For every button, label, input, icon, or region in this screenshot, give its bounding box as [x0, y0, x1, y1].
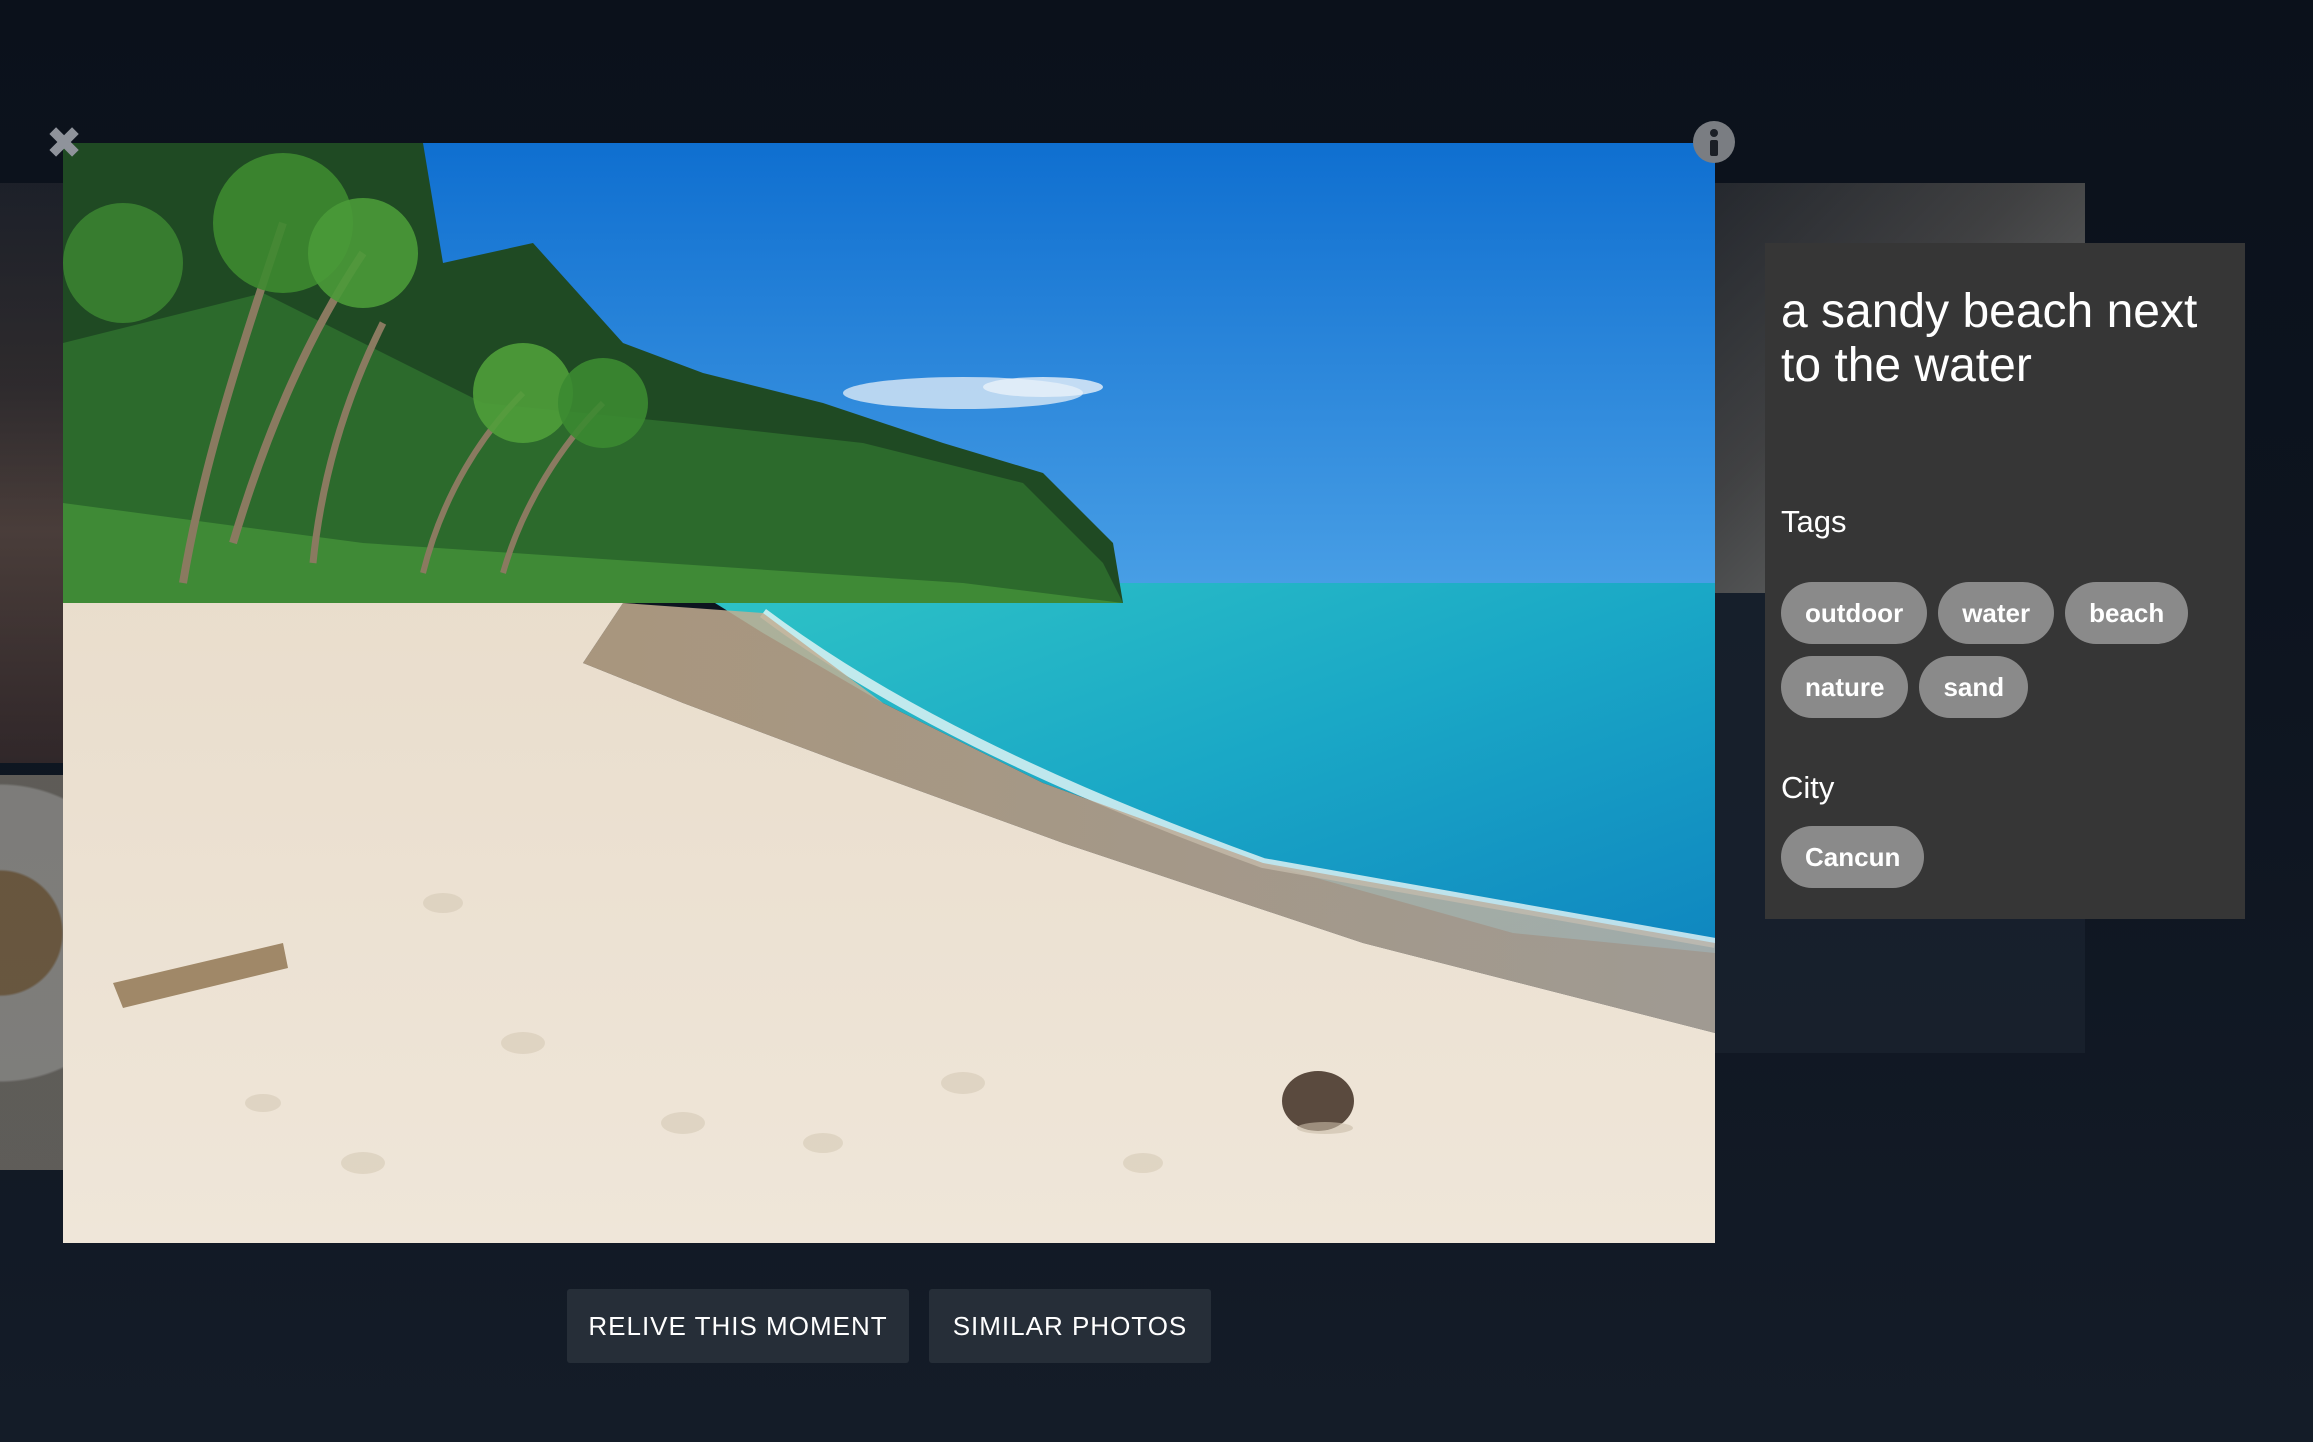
tag-chip[interactable]: sand: [1919, 656, 2029, 718]
tag-chip[interactable]: outdoor: [1781, 582, 1928, 644]
city-heading: City: [1781, 770, 1835, 805]
tag-list: outdoor water beach nature sand: [1781, 582, 2201, 718]
tag-chip[interactable]: beach: [2065, 582, 2189, 644]
tags-heading: Tags: [1781, 504, 1847, 539]
info-dot: [1710, 129, 1718, 137]
photo-image: [63, 143, 1715, 1243]
info-panel: a sandy beach next to the water Tags out…: [1765, 243, 2245, 919]
info-icon[interactable]: [1693, 121, 1735, 163]
tag-chip[interactable]: water: [1938, 582, 2055, 644]
similar-photos-button[interactable]: SIMILAR PHOTOS: [929, 1289, 1211, 1363]
relive-moment-button[interactable]: RELIVE THIS MOMENT: [567, 1289, 909, 1363]
city-list: Cancun: [1781, 826, 2229, 888]
close-icon[interactable]: ✖: [44, 122, 84, 166]
info-bar: [1710, 140, 1718, 156]
city-chip[interactable]: Cancun: [1781, 826, 1925, 888]
background-thumbnail: [0, 775, 64, 1170]
photo-caption: a sandy beach next to the water: [1781, 285, 2198, 392]
background-thumbnail: [0, 183, 64, 763]
tag-chip[interactable]: nature: [1781, 656, 1909, 718]
